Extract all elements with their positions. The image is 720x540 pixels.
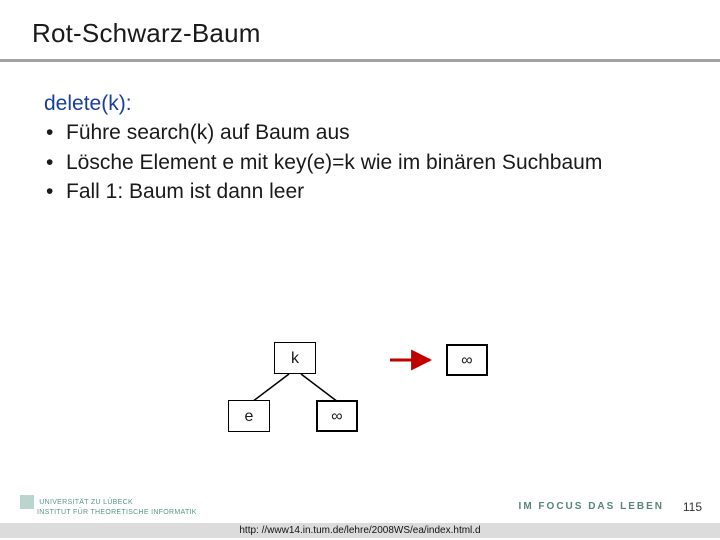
tree-node-right-nil: ∞ — [316, 400, 358, 432]
title-divider — [0, 59, 720, 62]
page-number: 115 — [683, 500, 702, 514]
bullet-item: Lösche Element e mit key(e)=k wie im bin… — [44, 149, 676, 176]
slide-title: Rot-Schwarz-Baum — [32, 18, 720, 49]
logo-left-line2: INSTITUT FÜR THEORETISCHE INFORMATIK — [37, 509, 197, 516]
footer-url: http: //www14.in.tum.de/lehre/2008WS/ea/… — [0, 523, 720, 538]
diagram-edges — [0, 320, 720, 470]
tree-node-root: k — [274, 342, 316, 374]
bullet-item: Fall 1: Baum ist dann leer — [44, 178, 676, 205]
tree-diagram: k e ∞ ∞ — [0, 320, 720, 470]
tree-node-left: e — [228, 400, 270, 432]
title-block: Rot-Schwarz-Baum — [0, 0, 720, 49]
seal-icon — [20, 495, 34, 509]
university-logo: UNIVERSITÄT ZU LÜBECK INSTITUT FÜR THEOR… — [20, 495, 197, 516]
content-block: delete(k): Führe search(k) auf Baum aus … — [0, 62, 720, 205]
slogan: IM FOCUS DAS LEBEN — [519, 501, 664, 512]
function-heading: delete(k): — [44, 90, 676, 117]
tree-node-result-nil: ∞ — [446, 344, 488, 376]
slide: Rot-Schwarz-Baum delete(k): Führe search… — [0, 0, 720, 540]
bullet-item: Führe search(k) auf Baum aus — [44, 119, 676, 146]
bullet-list: Führe search(k) auf Baum aus Lösche Elem… — [44, 119, 676, 205]
logo-left-line1: UNIVERSITÄT ZU LÜBECK — [39, 499, 133, 506]
